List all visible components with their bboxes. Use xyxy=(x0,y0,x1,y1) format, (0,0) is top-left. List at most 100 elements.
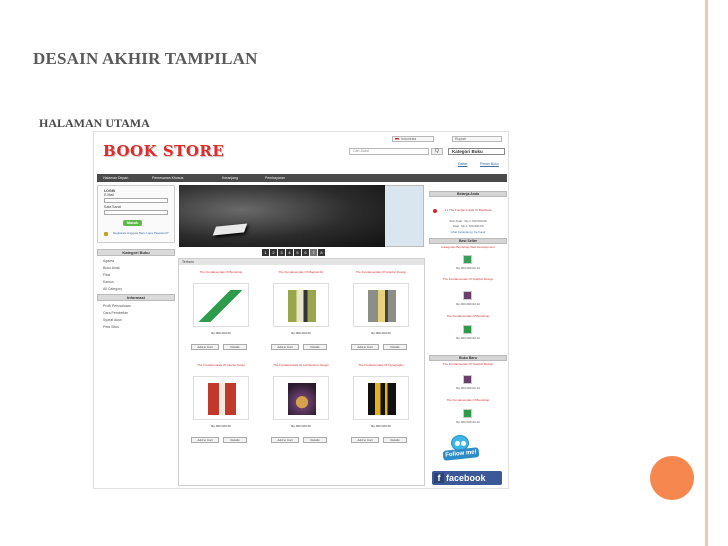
search-input[interactable]: Cari Judul xyxy=(349,148,429,155)
new-books-heading: Buku Baru xyxy=(429,355,507,361)
nav-item-home[interactable]: Halaman Depan xyxy=(103,176,128,180)
login-box: LOGIN E-Mail Kata Sandi Masuk Registrasi… xyxy=(97,185,175,243)
info-item[interactable]: Peta Situs xyxy=(103,325,119,329)
nav-item-payment[interactable]: Pembayaran xyxy=(265,176,285,180)
slideshow-page-button[interactable]: 6 xyxy=(302,249,309,256)
product-title[interactable]: The Fundamentals Of Typography xyxy=(345,363,417,368)
language-value: Indonesia xyxy=(401,137,417,141)
info-item[interactable]: Cara Pembelian xyxy=(103,311,128,315)
details-button[interactable]: Details xyxy=(383,437,407,443)
store-logo: BOOK STORE xyxy=(103,142,225,160)
product-image[interactable] xyxy=(193,283,249,327)
cart-line[interactable]: 1 x The Fundamentals Of Bootstrap xyxy=(429,208,507,213)
category-item[interactable]: Buku Anak xyxy=(103,266,120,270)
product-image[interactable] xyxy=(353,376,409,420)
new-book-title[interactable]: The Fundamentals Of Bootstrap xyxy=(429,398,507,403)
paper-shape xyxy=(212,223,248,236)
currency-select[interactable]: Rupiah xyxy=(452,136,502,142)
nav-item-special-order[interactable]: Pemesanan Khusus xyxy=(152,176,183,180)
book-cover xyxy=(198,290,246,322)
book-thumbnail[interactable] xyxy=(463,325,472,334)
product-price: Rp.000.000.00 xyxy=(291,331,311,335)
header-link-pesan[interactable]: Pesan Buku xyxy=(480,162,499,166)
product-image[interactable] xyxy=(193,376,249,420)
bird-eye xyxy=(461,441,466,446)
cart-link[interactable]: Lihat Keranjang | Ke Kasir xyxy=(429,230,507,235)
add-to-cart-button[interactable]: Add to Cart xyxy=(191,437,219,443)
password-field[interactable] xyxy=(104,210,168,215)
info-heading: Informasi xyxy=(97,294,175,301)
add-to-cart-button[interactable]: Add to Cart xyxy=(191,344,219,350)
product-card[interactable]: The Fundamentals Of Typography Rp.000.00… xyxy=(345,363,417,446)
product-card[interactable]: The Fundamentals Of Bootstrap Rp.000.000… xyxy=(185,270,257,353)
new-book-title[interactable]: The Fundamentals Of Graphic Design xyxy=(429,362,507,367)
product-card[interactable]: The Fundamentals Of Interior Desig Rp.00… xyxy=(185,363,257,446)
slideshow-page-button[interactable]: 2 xyxy=(270,249,277,256)
product-image[interactable] xyxy=(353,283,409,327)
info-item[interactable]: Syarat Akun xyxy=(103,318,122,322)
slideshow-page-button[interactable]: 1 xyxy=(262,249,269,256)
category-item[interactable]: Agama xyxy=(103,259,114,263)
password-label: Kata Sandi xyxy=(104,205,122,209)
bestseller-title[interactable]: Categories Bootstrap Web Development xyxy=(429,245,507,250)
details-button[interactable]: Details xyxy=(303,344,327,350)
book-cover xyxy=(288,383,316,415)
add-to-cart-button[interactable]: Add to Cart xyxy=(271,437,299,443)
slideshow-page-button[interactable]: 4 xyxy=(286,249,293,256)
product-title[interactable]: The Fundamentals Of Magical Art xyxy=(265,270,337,275)
facebook-label: facebook xyxy=(446,473,486,483)
register-link[interactable]: Registrasi Anggota Baru Lupa Password? xyxy=(113,231,171,235)
search-button[interactable]: Q xyxy=(431,148,443,155)
bestseller-title[interactable]: The Fundamentals Of Graphic Design xyxy=(429,277,507,282)
product-image[interactable] xyxy=(273,376,329,420)
product-title[interactable]: The Fundamentals Of Architecture Design xyxy=(265,363,337,368)
slideshow-image[interactable] xyxy=(179,185,385,247)
add-to-cart-button[interactable]: Add to Cart xyxy=(351,344,379,350)
product-card[interactable]: The Fundamentals Of Magical Art Rp.000.0… xyxy=(265,270,337,353)
product-price: Rp.000.000.00 xyxy=(371,424,391,428)
add-to-cart-button[interactable]: Add to Cart xyxy=(271,344,299,350)
language-select[interactable]: Indonesia xyxy=(392,136,434,142)
bird-eye xyxy=(455,441,460,446)
details-button[interactable]: Details xyxy=(303,437,327,443)
email-field[interactable] xyxy=(104,198,168,203)
add-to-cart-button[interactable]: Add to Cart xyxy=(351,437,379,443)
slideshow-page-button[interactable]: 5 xyxy=(294,249,301,256)
category-item[interactable]: Kamus xyxy=(103,280,114,284)
login-button[interactable]: Masuk xyxy=(123,220,142,226)
products-heading: Terbaru xyxy=(179,259,424,265)
twitter-follow-badge[interactable]: Follow me! xyxy=(441,435,480,465)
category-item[interactable]: Fiksi xyxy=(103,273,110,277)
book-thumbnail[interactable] xyxy=(463,375,472,384)
facebook-badge[interactable]: f facebook xyxy=(432,471,502,485)
bestseller-title[interactable]: The Fundamentals Of Bootstrap xyxy=(429,314,507,319)
product-card[interactable]: The Fundamentals Of Graphic Design Rp.00… xyxy=(345,270,417,353)
product-price: Rp.000.000.00 xyxy=(211,424,231,428)
details-button[interactable]: Details xyxy=(223,437,247,443)
store-header: BOOK STORE Indonesia Rupiah Cari Judul Q… xyxy=(94,132,508,171)
flag-icon xyxy=(395,138,399,141)
slide-title: DESAIN AKHIR TAMPILAN xyxy=(33,49,258,68)
book-cover xyxy=(288,290,316,322)
slideshow-page-button[interactable]: 3 xyxy=(278,249,285,256)
product-title[interactable]: The Fundamentals Of Interior Desig xyxy=(185,363,257,368)
cart-total: Total : Rp.1.700.000.00 xyxy=(452,224,484,228)
slideshow-page-button[interactable]: 7 xyxy=(310,249,317,256)
details-button[interactable]: Details xyxy=(223,344,247,350)
info-item[interactable]: Profil Perusahaan xyxy=(103,304,131,308)
category-item[interactable]: All Category xyxy=(103,287,122,291)
nav-item-cart[interactable]: Keranjang xyxy=(222,176,238,180)
follow-label: Follow me! xyxy=(442,447,480,461)
product-title[interactable]: The Fundamentals Of Graphic Design xyxy=(345,270,417,275)
details-button[interactable]: Details xyxy=(383,344,407,350)
product-card[interactable]: The Fundamentals Of Architecture Design … xyxy=(265,363,337,446)
product-title[interactable]: The Fundamentals Of Bootstrap xyxy=(185,270,257,275)
bestseller-price: Rp.000.000.00.12 xyxy=(456,302,480,306)
book-thumbnail[interactable] xyxy=(463,409,472,418)
header-link-daftar[interactable]: Daftar xyxy=(458,162,468,166)
book-thumbnail[interactable] xyxy=(463,291,472,300)
book-thumbnail[interactable] xyxy=(463,255,472,264)
product-image[interactable] xyxy=(273,283,329,327)
category-select[interactable]: Kategori Buku xyxy=(448,148,505,155)
slideshow-page-button[interactable]: 8 xyxy=(318,249,325,256)
